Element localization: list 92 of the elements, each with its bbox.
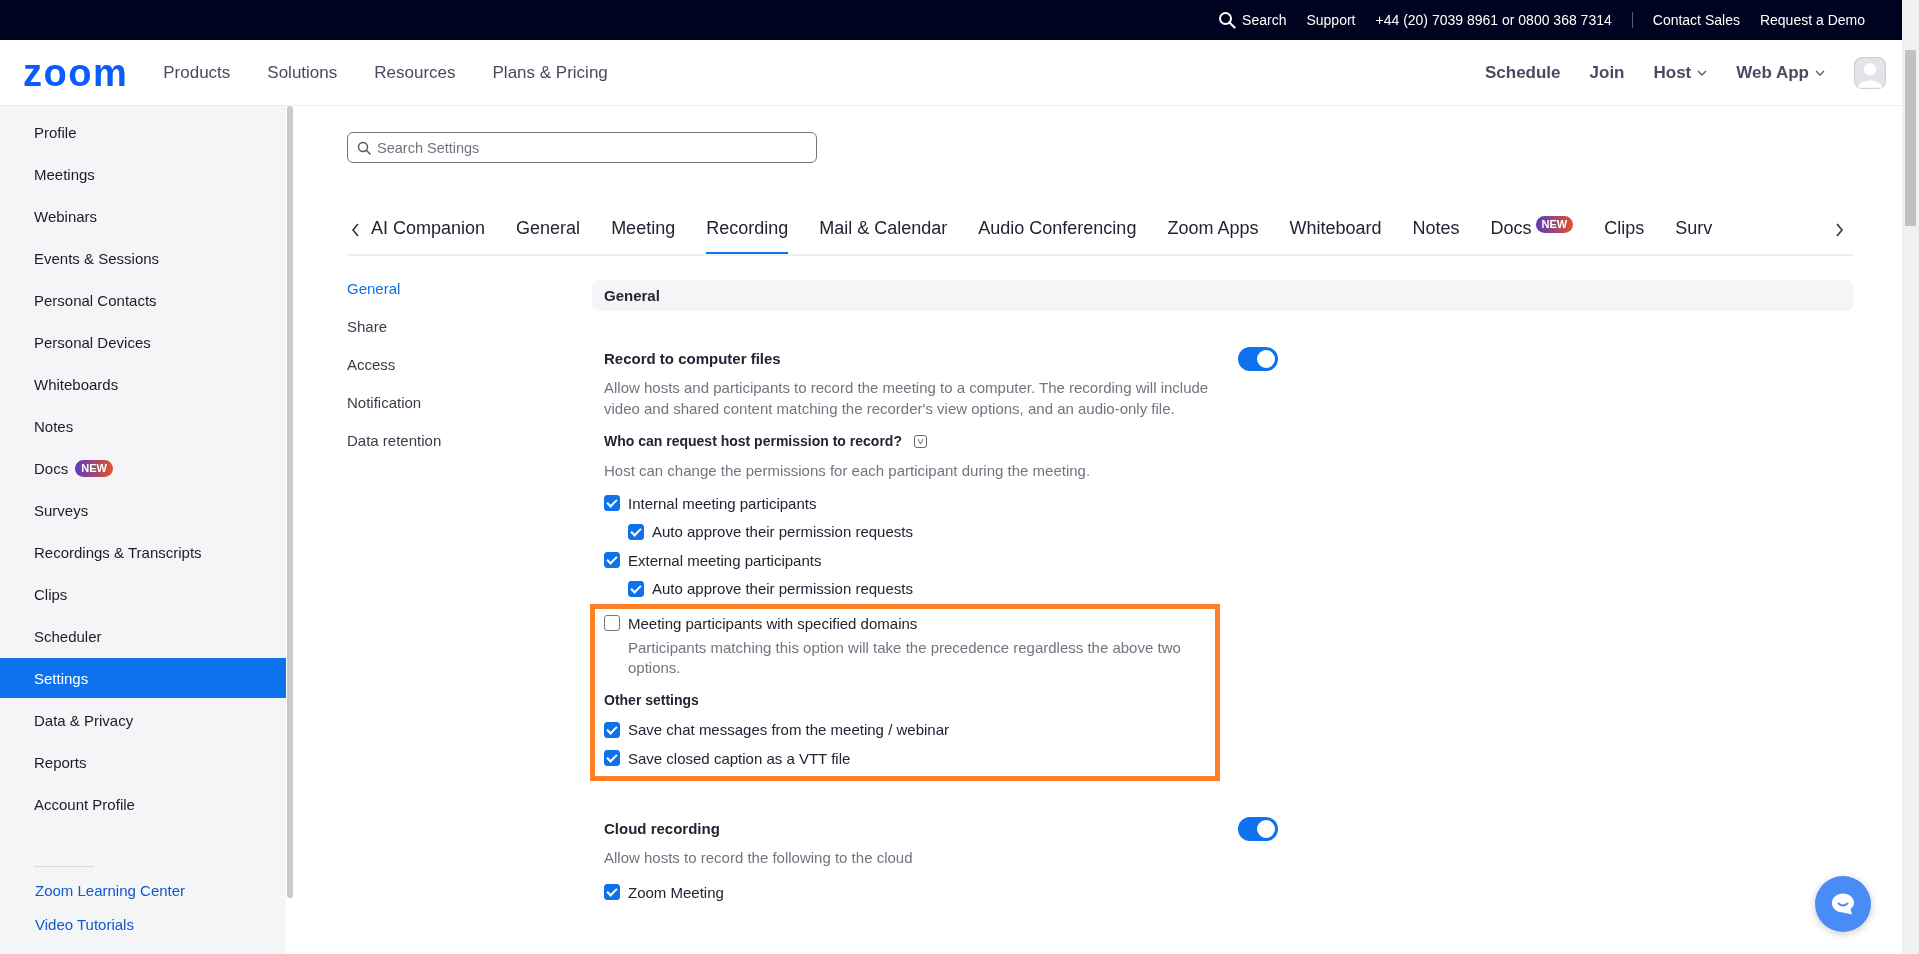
sidebar-item[interactable]: Scheduler <box>0 616 286 656</box>
setting-description: Allow hosts to record the following to the cloud <box>604 847 914 868</box>
checkbox[interactable] <box>604 552 620 569</box>
sidebar-item[interactable]: Webinars <box>0 196 286 236</box>
option-label: External meeting participants <box>628 551 822 569</box>
caret-icon <box>1815 69 1825 76</box>
scrollbar[interactable] <box>287 106 293 898</box>
sidebar-item[interactable]: Reports <box>0 742 286 782</box>
sidebar-item[interactable]: Docs NEW <box>0 448 286 488</box>
top-link[interactable]: Support <box>1306 12 1356 28</box>
chevron-right-icon[interactable] <box>1834 223 1844 237</box>
subnav-link[interactable]: Share <box>347 318 592 335</box>
setting-title: Cloud recording <box>604 818 721 839</box>
chat-button[interactable] <box>1815 876 1871 932</box>
top-link[interactable]: Contact Sales <box>1652 12 1740 28</box>
settings-tab[interactable]: Whiteboard <box>1289 214 1382 254</box>
settings-tab[interactable]: Recording <box>706 214 789 254</box>
sidebar-item[interactable]: Surveys <box>0 490 286 530</box>
setting-title: Record to computer files <box>604 349 782 369</box>
scrollbar[interactable] <box>1902 0 1919 954</box>
search-icon <box>357 141 371 155</box>
option-label: Zoom Meeting <box>628 883 724 901</box>
question-title: Who can request host permission to record? <box>604 433 902 449</box>
new-badge: NEW <box>1535 216 1574 233</box>
checkbox[interactable] <box>604 884 620 901</box>
header-link[interactable]: Web App <box>1736 62 1825 83</box>
sidebar-item[interactable]: Settings <box>0 658 286 698</box>
top-link[interactable]: +44 (20) 7039 8961 or 0800 368 7314 <box>1375 12 1612 28</box>
checkbox[interactable] <box>604 721 620 738</box>
sidebar-item[interactable]: Personal Devices <box>0 322 286 362</box>
checkbox[interactable] <box>604 615 620 632</box>
scrollbar-thumb[interactable] <box>1905 50 1916 226</box>
nav-link[interactable]: Resources <box>374 62 456 83</box>
new-badge: NEW <box>75 459 113 477</box>
sidebar-item[interactable]: Events & Sessions <box>0 238 286 278</box>
settings-tab[interactable]: AI Companion <box>371 214 486 254</box>
option-label: Auto approve their permission requests <box>652 523 913 541</box>
sidebar-item[interactable]: Personal Contacts <box>0 280 286 320</box>
tooltip-icon[interactable] <box>913 434 927 448</box>
settings-tab[interactable]: Meeting <box>611 214 676 254</box>
search-icon <box>1218 11 1237 29</box>
settings-tab[interactable]: Zoom Apps <box>1167 214 1259 254</box>
header-link[interactable]: Schedule <box>1484 62 1561 83</box>
sidebar-item[interactable]: Recordings & Transcripts <box>0 532 286 572</box>
header-link[interactable]: Host <box>1653 62 1708 83</box>
nav-link[interactable]: Solutions <box>267 62 338 83</box>
sidebar-item[interactable]: Data & Privacy <box>0 700 286 740</box>
settings-tab[interactable]: Mail & Calendar <box>819 214 948 254</box>
chevron-left-icon[interactable] <box>351 223 361 237</box>
section-header: General <box>592 280 1854 311</box>
chat-bubble-icon <box>1830 892 1856 916</box>
footer-link[interactable]: Zoom Learning Center <box>0 881 286 901</box>
sidebar-item[interactable]: Account Profile <box>0 784 286 824</box>
option-label: Save chat messages from the meeting / webinar <box>628 721 949 739</box>
sidebar-item[interactable]: Notes <box>0 406 286 446</box>
subnav-link[interactable]: Data retention <box>347 432 592 449</box>
zoom-logo[interactable]: zoom <box>23 53 129 92</box>
subnav-link[interactable]: General <box>347 280 592 297</box>
caret-icon <box>1697 69 1708 76</box>
search-link[interactable]: Search <box>1218 11 1287 29</box>
sidebar-item[interactable]: Profile <box>0 112 286 152</box>
checkbox[interactable] <box>628 523 644 540</box>
option-label: Meeting participants with specified domains <box>628 614 918 632</box>
nav-link[interactable]: Products <box>163 62 231 83</box>
settings-tab[interactable]: Surv <box>1675 214 1713 254</box>
option-label: Save closed caption as a VTT file <box>628 749 851 767</box>
settings-tab[interactable]: Clips <box>1604 214 1645 254</box>
subnav-link[interactable]: Notification <box>347 394 592 411</box>
sidebar-item[interactable]: Clips <box>0 574 286 614</box>
search-field[interactable]: Search Settings <box>347 132 817 163</box>
option-label: Internal meeting participants <box>628 494 817 512</box>
settings-tab[interactable]: Notes <box>1412 214 1460 254</box>
setting-description: Allow hosts and participants to record the meeting to a computer. The recording will include video and shared content matching the recorder's view options, and an audio-only file. <box>604 378 1210 419</box>
toggle-switch[interactable] <box>1238 816 1278 841</box>
nav-link[interactable]: Plans & Pricing <box>492 62 608 83</box>
top-link[interactable]: Request a Demo <box>1759 12 1865 28</box>
checkbox[interactable] <box>604 750 620 767</box>
checkbox[interactable] <box>628 580 644 597</box>
option-label: Auto approve their permission requests <box>652 580 913 598</box>
settings-tab[interactable]: General <box>516 214 581 254</box>
settings-tab[interactable]: Docs NEW <box>1490 214 1574 254</box>
sidebar-item[interactable]: Meetings <box>0 154 286 194</box>
option-note: Participants matching this option will take the precedence regardless the above two options. <box>627 637 1182 678</box>
toggle-switch[interactable] <box>1238 347 1278 371</box>
subheading: Other settings <box>603 691 700 708</box>
header-link[interactable]: Join <box>1589 62 1625 83</box>
subnav-link[interactable]: Access <box>347 356 592 373</box>
sidebar-item[interactable]: Whiteboards <box>0 364 286 404</box>
settings-tab[interactable]: Audio Conferencing <box>978 214 1137 254</box>
hint-text: Host can change the permissions for each participant during the meeting. <box>604 462 1092 479</box>
footer-link[interactable]: Video Tutorials <box>0 915 286 935</box>
checkbox[interactable] <box>604 495 620 512</box>
